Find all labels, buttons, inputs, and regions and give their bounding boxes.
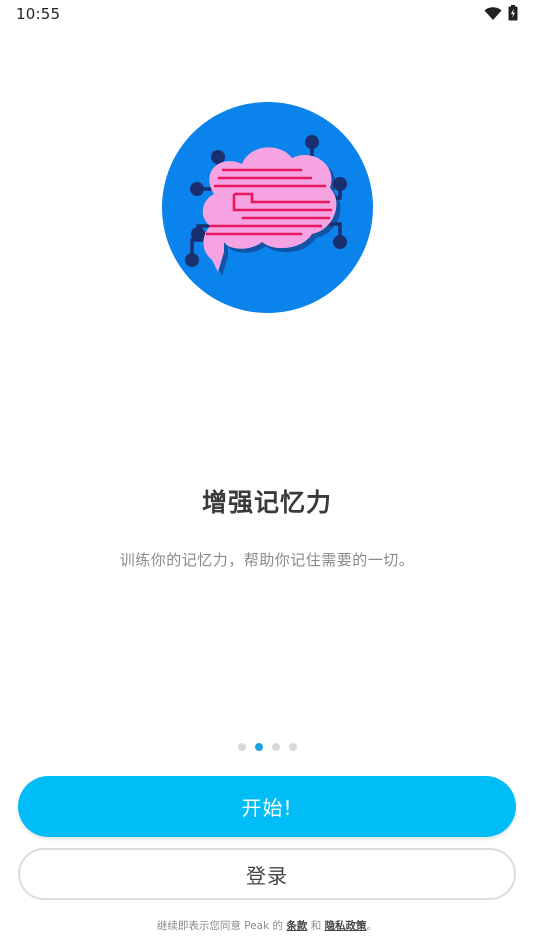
legal-prefix: 继续即表示您同意 Peak 的: [156, 920, 287, 932]
page-subtitle: 训练你的记忆力，帮助你记住需要的一切。: [119, 551, 415, 569]
login-button[interactable]: 登录: [18, 848, 516, 900]
status-time: 10:55: [16, 5, 61, 23]
page-dot-3[interactable]: [271, 743, 280, 751]
page-indicator: [0, 743, 534, 751]
page-dot-1[interactable]: [237, 743, 246, 751]
wifi-icon: [484, 6, 502, 25]
status-bar: 10:55: [0, 0, 534, 28]
start-button[interactable]: 开始!: [18, 776, 516, 837]
page-dot-4[interactable]: [288, 743, 297, 751]
legal-and: 和: [307, 920, 325, 932]
battery-icon: [508, 5, 518, 25]
brain-circuit-illustration: [162, 102, 373, 313]
status-icons: [484, 5, 518, 25]
legal-notice: 继续即表示您同意 Peak 的 条款 和 隐私政策。: [0, 918, 534, 933]
page-title: 增强记忆力: [201, 488, 332, 517]
legal-suffix: 。: [366, 920, 378, 932]
page-dot-2-active[interactable]: [254, 743, 263, 751]
privacy-policy-link[interactable]: 隐私政策: [325, 920, 367, 932]
terms-link[interactable]: 条款: [286, 920, 307, 932]
